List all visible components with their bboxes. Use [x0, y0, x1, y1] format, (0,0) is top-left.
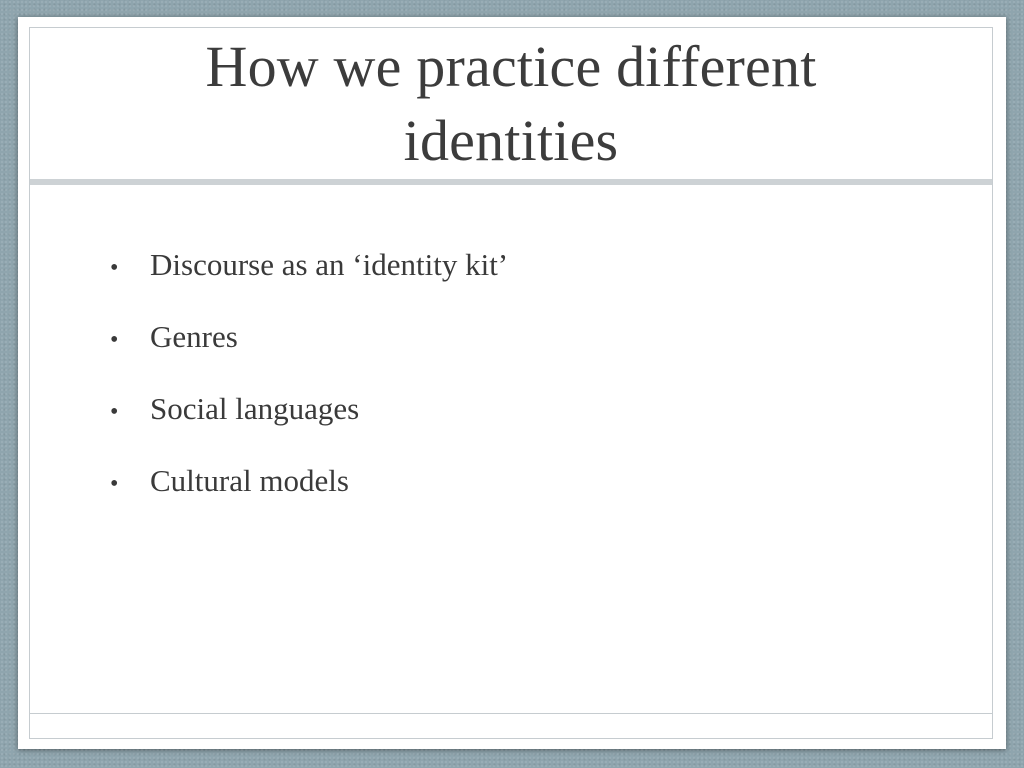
slide-title: How we practice different identities [205, 34, 817, 173]
bullet-icon: • [110, 399, 119, 425]
bullet-list[interactable]: • Discourse as an ‘identity kit’ • Genre… [110, 247, 508, 535]
bullet-icon: • [110, 255, 119, 281]
list-item: • Social languages [110, 391, 508, 430]
bullet-text: Discourse as an ‘identity kit’ [150, 247, 509, 282]
bullet-icon: • [110, 327, 119, 353]
bullet-text: Social languages [150, 391, 360, 426]
footer-divider [30, 713, 992, 714]
slide: How we practice different identities • D… [18, 17, 1006, 749]
bullet-text: Cultural models [150, 463, 349, 498]
title-placeholder[interactable]: How we practice different identities [30, 28, 992, 180]
bullet-text: Genres [150, 319, 238, 354]
title-divider [30, 179, 992, 185]
list-item: • Discourse as an ‘identity kit’ [110, 247, 508, 286]
list-item: • Genres [110, 319, 508, 358]
list-item: • Cultural models [110, 463, 508, 502]
bullet-icon: • [110, 471, 119, 497]
